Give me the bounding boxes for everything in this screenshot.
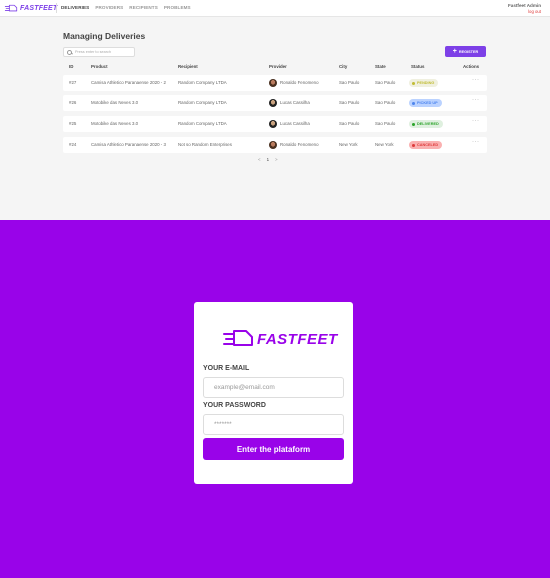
main-nav: DELIVERIES PROVIDERS RECIPIENTS PROBLEMS	[61, 5, 191, 10]
actions-menu-icon[interactable]: ···	[472, 118, 480, 124]
register-label: REGISTER	[458, 49, 479, 54]
cell-id: #27	[69, 80, 77, 85]
col-id: ID	[69, 64, 74, 69]
actions-menu-icon[interactable]: ···	[472, 139, 480, 145]
cell-recipient: Random Company LTDA	[178, 80, 227, 85]
nav-problems[interactable]: PROBLEMS	[164, 5, 191, 10]
cell-state: Sao Paulo	[375, 121, 396, 126]
status-badge: CANCELED	[409, 141, 443, 149]
cell-city: New York	[339, 142, 358, 147]
status-dot	[412, 81, 415, 85]
cell-product: Camisa Athletico Paranaense 2020 - 3	[91, 142, 166, 147]
register-button[interactable]: + REGISTER	[445, 46, 486, 57]
status-badge: PICKED UP	[409, 99, 442, 107]
cell-provider: Ronaldo Fenomeno	[280, 80, 319, 85]
login-submit-button[interactable]: Enter the plataform	[203, 438, 344, 460]
cell-state: Sao Paulo	[375, 80, 396, 85]
user-name: Fastfeet Admin	[507, 3, 541, 8]
next-page-button[interactable]: >	[275, 157, 278, 162]
col-product: Product	[91, 64, 108, 69]
table-header: ID Product Recipient Provider City State…	[63, 64, 487, 72]
truck-logo-icon	[223, 330, 253, 346]
cell-provider: Ronaldo Fenomeno	[280, 142, 319, 147]
nav-providers[interactable]: PROVIDERS	[95, 5, 123, 10]
cell-product: Motobike das Neves 3.0	[91, 121, 139, 126]
logo-text: FASTFEET	[20, 4, 58, 12]
cell-city: Sao Paulo	[339, 121, 360, 126]
page-title: Managing Deliveries	[63, 31, 146, 41]
cell-provider: Lucas Cassilha	[280, 100, 310, 105]
col-actions: Actions	[463, 64, 480, 69]
col-city: City	[339, 64, 348, 69]
col-recipient: Recipient	[178, 64, 198, 69]
cell-provider: Lucas Cassilha	[280, 121, 310, 126]
password-field[interactable]	[214, 421, 334, 428]
logout-link[interactable]: log out	[508, 9, 541, 14]
provider-avatar	[269, 140, 277, 149]
cell-id: #25	[69, 121, 77, 126]
user-profile: Fastfeet Admin log out	[508, 3, 541, 14]
col-provider: Provider	[269, 64, 287, 69]
actions-menu-icon[interactable]: ···	[472, 77, 480, 83]
brand-name: FASTFEET	[257, 330, 338, 348]
current-page[interactable]: 1	[267, 157, 269, 162]
cell-state: Sao Paulo	[375, 100, 396, 105]
cell-city: Sao Paulo	[339, 80, 360, 85]
col-status: Status	[411, 64, 425, 69]
status-badge: DELIVERED	[409, 120, 443, 128]
cell-recipient: Random Company LTDA	[178, 121, 227, 126]
search-input[interactable]	[74, 50, 134, 54]
status-dot	[412, 101, 415, 105]
pagination: < 1 >	[258, 157, 278, 162]
status-label: DELIVERED	[417, 122, 439, 126]
nav-recipients[interactable]: RECIPIENTS	[129, 5, 158, 10]
plus-icon: +	[452, 48, 457, 55]
password-label: YOUR PASSWORD	[203, 402, 266, 409]
table-row: #25 Motobike das Neves 3.0 Random Compan…	[63, 116, 487, 132]
search-icon	[67, 49, 72, 55]
status-label: CANCELED	[417, 143, 439, 147]
provider-avatar	[269, 119, 277, 128]
app-logo[interactable]: FASTFEET	[4, 3, 57, 13]
cell-id: #26	[69, 100, 77, 105]
table-row: #26 Motobike das Neves 3.0 Random Compan…	[63, 95, 487, 111]
cell-recipient: Not so Random Enterprises	[178, 142, 232, 147]
table-row: #24 Camisa Athletico Paranaense 2020 - 3…	[63, 137, 487, 153]
actions-menu-icon[interactable]: ···	[472, 97, 480, 103]
status-label: PICKED UP	[417, 101, 438, 105]
nav-divider	[56, 3, 57, 13]
login-card: FASTFEET YOUR E-MAIL YOUR PASSWORD Enter…	[194, 302, 353, 484]
cell-product: Camisa Athletico Paranaense 2020 - 2	[91, 80, 166, 85]
provider-avatar	[269, 78, 277, 87]
search-box[interactable]	[63, 47, 135, 57]
status-dot	[412, 122, 415, 126]
top-navigation-bar: FASTFEET DELIVERIES PROVIDERS RECIPIENTS…	[0, 0, 550, 17]
deliveries-dashboard: FASTFEET DELIVERIES PROVIDERS RECIPIENTS…	[0, 0, 550, 220]
cell-city: Sao Paulo	[339, 100, 360, 105]
cell-product: Motobike das Neves 3.0	[91, 100, 139, 105]
nav-deliveries[interactable]: DELIVERIES	[61, 5, 89, 10]
truck-logo-icon	[4, 4, 18, 11]
status-badge: PENDING	[409, 79, 439, 87]
email-field[interactable]	[214, 384, 334, 391]
password-field-wrapper[interactable]	[203, 414, 344, 435]
cell-state: New York	[375, 142, 394, 147]
login-logo: FASTFEET	[222, 328, 338, 350]
prev-page-button[interactable]: <	[258, 157, 261, 162]
status-label: PENDING	[417, 81, 435, 85]
table-row: #27 Camisa Athletico Paranaense 2020 - 2…	[63, 75, 487, 91]
col-state: State	[375, 64, 386, 69]
email-label: YOUR E-MAIL	[203, 365, 250, 372]
provider-avatar	[269, 98, 277, 107]
email-field-wrapper[interactable]	[203, 377, 344, 398]
status-dot	[412, 143, 415, 147]
cell-id: #24	[69, 142, 77, 147]
cell-recipient: Random Company LTDA	[178, 100, 227, 105]
